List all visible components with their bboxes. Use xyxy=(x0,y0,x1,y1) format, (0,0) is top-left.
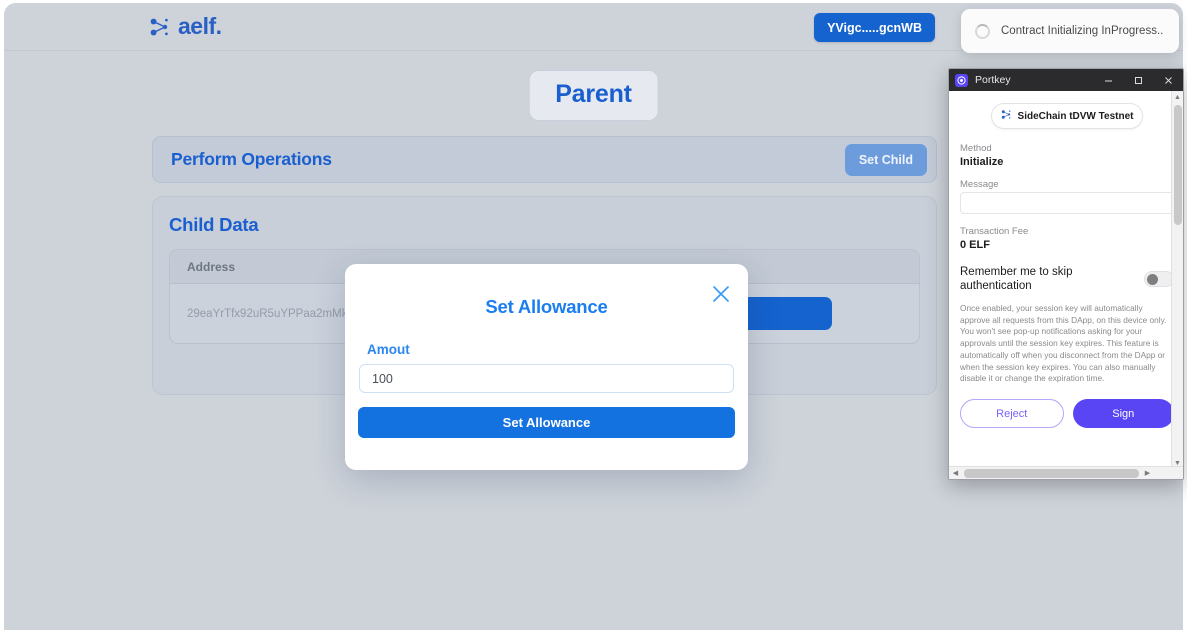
remember-me-label: Remember me to skip authentication xyxy=(960,266,1073,293)
scroll-up-arrow-icon[interactable]: ▲ xyxy=(1172,91,1183,103)
horizontal-scrollbar-thumb[interactable] xyxy=(964,468,1139,478)
scrollbar-thumb[interactable] xyxy=(1174,105,1182,225)
amount-label: Amout xyxy=(367,342,410,357)
amount-input[interactable] xyxy=(359,364,734,393)
vertical-scrollbar[interactable]: ▲ ▼ xyxy=(1171,91,1183,469)
aelf-dots-icon xyxy=(1001,107,1012,125)
portkey-wallet-window: Portkey SideChain tDVW Testnet Method In… xyxy=(948,68,1184,480)
transaction-fee-value: 0 ELF xyxy=(960,239,990,251)
close-icon[interactable] xyxy=(1153,69,1183,91)
portkey-actions: Reject Sign xyxy=(960,399,1174,429)
child-data-heading: Child Data xyxy=(169,214,259,235)
wallet-address-button[interactable]: YVigc.....gcnWB xyxy=(814,13,935,42)
brand-logo: aelf. xyxy=(149,15,222,38)
message-value xyxy=(960,192,1174,214)
network-selector[interactable]: SideChain tDVW Testnet xyxy=(991,103,1143,129)
spinner-icon xyxy=(975,23,990,39)
set-child-button[interactable]: Set Child xyxy=(844,144,927,176)
remember-me-toggle[interactable] xyxy=(1144,271,1174,288)
portkey-titlebar[interactable]: Portkey xyxy=(949,69,1183,91)
sign-button[interactable]: Sign xyxy=(1072,399,1174,429)
aelf-dots-icon xyxy=(149,16,171,38)
portkey-body: SideChain tDVW Testnet Method Initialize… xyxy=(949,91,1183,479)
scroll-left-arrow-icon[interactable]: ◀ xyxy=(949,469,962,477)
transaction-fee-label: Transaction Fee xyxy=(960,226,1029,237)
horizontal-scrollbar[interactable]: ◀ ▶ xyxy=(949,466,1183,479)
set-allowance-submit-button[interactable]: Set Allowance xyxy=(358,407,735,438)
brand-name: aelf. xyxy=(178,13,222,39)
screen: aelf. YVigc.....gcnWB Parent Perform Ope… xyxy=(0,0,1187,632)
portkey-content: SideChain tDVW Testnet Method Initialize… xyxy=(949,91,1183,429)
set-allowance-modal: Set Allowance Amout Set Allowance xyxy=(345,264,748,470)
minimize-icon[interactable] xyxy=(1093,69,1123,91)
maximize-icon[interactable] xyxy=(1123,69,1153,91)
status-toast: Contract Initializing InProgress.. xyxy=(961,9,1179,53)
toggle-knob xyxy=(1147,274,1158,286)
network-name: SideChain tDVW Testnet xyxy=(1017,110,1134,122)
message-label: Message xyxy=(960,179,999,190)
remember-me-row: Remember me to skip authentication xyxy=(960,265,1174,294)
page-title: Parent xyxy=(528,70,659,121)
perform-operations-bar: Perform Operations Set Child xyxy=(152,136,937,183)
perform-operations-heading: Perform Operations xyxy=(171,149,332,169)
portkey-logo-icon xyxy=(955,73,968,87)
reject-button[interactable]: Reject xyxy=(960,399,1064,429)
portkey-window-title: Portkey xyxy=(975,74,1011,86)
scroll-right-arrow-icon[interactable]: ▶ xyxy=(1141,469,1154,477)
toast-message: Contract Initializing InProgress.. xyxy=(1001,25,1164,37)
modal-title: Set Allowance xyxy=(485,296,608,317)
method-label: Method xyxy=(960,143,992,154)
close-icon[interactable] xyxy=(710,283,732,305)
column-header-address: Address xyxy=(187,259,236,274)
method-value: Initialize xyxy=(960,156,1004,168)
session-key-fineprint: Once enabled, your session key will auto… xyxy=(960,302,1167,384)
